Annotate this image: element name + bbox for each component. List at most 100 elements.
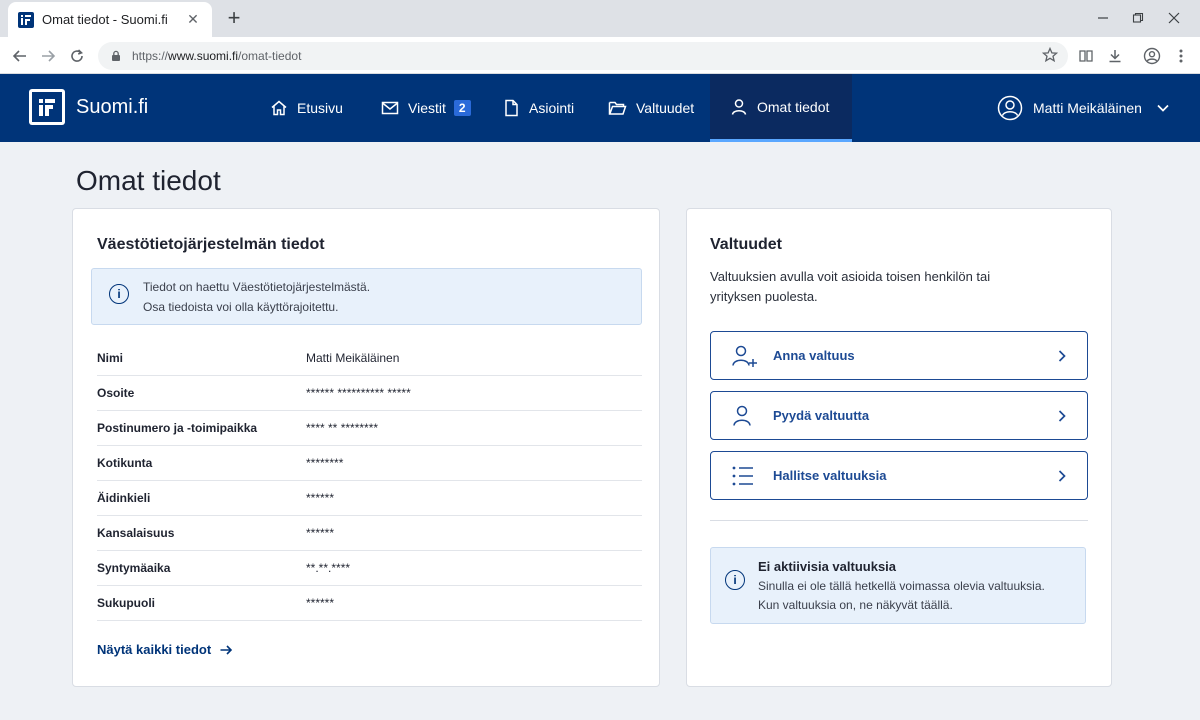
nav-services-label: Asiointi: [529, 100, 575, 116]
row-value: Matti Meikäläinen: [306, 351, 400, 365]
notice-line-2: Kun valtuuksia on, ne näkyvät täällä.: [758, 598, 953, 612]
data-row-language: Äidinkieli ******: [97, 481, 642, 516]
row-value: ****** ********** *****: [306, 386, 411, 400]
row-value: ******: [306, 596, 335, 610]
row-label: Osoite: [97, 386, 135, 400]
mandates-card: Valtuudet Valtuuksien avulla voit asioid…: [686, 208, 1112, 687]
lock-icon: [112, 50, 120, 61]
tab-close-icon[interactable]: ✕: [184, 11, 202, 28]
address-bar[interactable]: https://www.suomi.fi/omat-tiedot: [98, 42, 1068, 70]
give-mandate-label: Anna valtuus: [773, 348, 855, 363]
download-icon[interactable]: [1104, 45, 1126, 67]
row-label: Nimi: [97, 351, 124, 365]
info-box: i Tiedot on haettu Väestötietojärjestelm…: [91, 268, 642, 325]
row-value: ********: [306, 456, 344, 470]
nav-home[interactable]: Etusivu: [270, 74, 343, 142]
bookmark-star-icon[interactable]: [1041, 46, 1059, 68]
nav-my-info-label: Omat tiedot: [757, 98, 830, 115]
row-label: Sukupuoli: [97, 596, 155, 610]
notice-text: Sinulla ei ole tällä hetkellä voimassa o…: [758, 577, 1045, 615]
user-menu[interactable]: Matti Meikäläinen: [997, 74, 1170, 142]
site-header: Suomi.fi Etusivu Viestit 2 Asiointi Valt…: [0, 74, 1200, 142]
chevron-right-icon: [1057, 349, 1067, 363]
population-info-card: Väestötietojärjestelmän tiedot i Tiedot …: [72, 208, 660, 687]
person-icon: [731, 98, 747, 115]
nav-mandates[interactable]: Valtuudet: [608, 74, 694, 142]
menu-dots-icon[interactable]: [1170, 45, 1192, 67]
browser-tab[interactable]: Omat tiedot - Suomi.fi ✕: [8, 2, 212, 37]
person-data-list: Nimi Matti Meikäläinen Osoite ****** *****…: [97, 341, 642, 621]
row-value: **.**.****: [306, 561, 351, 575]
nav-my-info[interactable]: Omat tiedot: [710, 74, 852, 142]
chevron-right-icon: [1057, 409, 1067, 423]
reload-icon[interactable]: [65, 44, 89, 68]
site-brand[interactable]: Suomi.fi: [76, 96, 148, 119]
reading-list-icon[interactable]: [1075, 45, 1097, 67]
data-row-gender: Sukupuoli ******: [97, 586, 642, 621]
chevron-right-icon: [1057, 469, 1067, 483]
restore-icon[interactable]: [1128, 8, 1148, 28]
info-line-1: Tiedot on haettu Väestötietojärjestelmäs…: [143, 280, 371, 294]
home-icon: [271, 100, 287, 116]
nav-mandates-label: Valtuudet: [636, 100, 695, 116]
browser-toolbar: https://www.suomi.fi/omat-tiedot: [0, 37, 1200, 74]
row-label: Kotikunta: [97, 456, 153, 470]
show-all-link[interactable]: Näytä kaikki tiedot: [97, 642, 233, 657]
list-icon: [731, 465, 761, 487]
row-value: **** ** ********: [306, 421, 379, 435]
manage-mandates-label: Hallitse valtuuksia: [773, 468, 887, 483]
notice-line-1: Sinulla ei ole tällä hetkellä voimassa o…: [758, 579, 1045, 593]
data-row-birthdate: Syntymäaika **.**.****: [97, 551, 642, 586]
nav-messages-label: Viestit: [408, 100, 446, 116]
url-text: https://www.suomi.fi/omat-tiedot: [132, 49, 302, 63]
nav-services[interactable]: Asiointi: [502, 74, 574, 142]
suomi-logo[interactable]: [29, 89, 65, 125]
data-row-address: Osoite ****** ********** *****: [97, 376, 642, 411]
mail-icon: [381, 101, 399, 115]
request-mandate-label: Pyydä valtuutta: [773, 408, 870, 423]
row-value: ******: [306, 526, 335, 540]
info-icon: i: [109, 284, 129, 304]
data-row-municipality: Kotikunta ********: [97, 446, 642, 481]
document-icon: [505, 99, 518, 117]
divider: [710, 520, 1088, 521]
folder-icon: [608, 101, 627, 115]
arrow-right-icon: [220, 644, 233, 655]
manage-mandates-button[interactable]: Hallitse valtuuksia: [710, 451, 1088, 500]
browser-tabstrip: Omat tiedot - Suomi.fi ✕ +: [0, 0, 1200, 37]
mandates-title: Valtuudet: [710, 236, 783, 253]
user-name: Matti Meikäläinen: [1033, 100, 1142, 116]
minimize-icon[interactable]: [1093, 8, 1113, 28]
nav-messages[interactable]: Viestit 2: [381, 74, 471, 142]
add-person-icon: [731, 344, 761, 368]
row-label: Kansalaisuus: [97, 526, 175, 540]
show-all-label: Näytä kaikki tiedot: [97, 642, 212, 657]
back-icon[interactable]: [8, 44, 32, 68]
person-icon: [731, 404, 761, 428]
info-line-2: Osa tiedoista voi olla käyttörajoitettu.: [143, 300, 339, 314]
row-label: Syntymäaika: [97, 561, 171, 575]
mandates-description: Valtuuksien avulla voit asioida toisen h…: [710, 269, 991, 304]
close-window-icon[interactable]: [1164, 8, 1184, 28]
page-title: Omat tiedot: [76, 165, 221, 196]
give-mandate-button[interactable]: Anna valtuus: [710, 331, 1088, 380]
nav-home-label: Etusivu: [297, 100, 343, 116]
population-info-title: Väestötietojärjestelmän tiedot: [97, 236, 325, 253]
forward-icon[interactable]: [36, 44, 60, 68]
new-tab-button[interactable]: +: [222, 6, 246, 30]
info-icon: i: [725, 570, 745, 590]
chevron-down-icon: [1157, 104, 1169, 112]
row-value: ******: [306, 491, 335, 505]
notice-title: Ei aktiivisia valtuuksia: [758, 559, 897, 574]
request-mandate-button[interactable]: Pyydä valtuutta: [710, 391, 1088, 440]
no-mandates-notice: i Ei aktiivisia valtuuksia Sinulla ei ol…: [710, 547, 1086, 624]
messages-count-badge: 2: [453, 100, 471, 116]
info-text: Tiedot on haettu Väestötietojärjestelmäs…: [143, 277, 370, 317]
row-label: Postinumero ja -toimipaikka: [97, 421, 258, 435]
tab-title: Omat tiedot - Suomi.fi: [42, 12, 168, 27]
data-row-postal: Postinumero ja -toimipaikka **** ** *****…: [97, 411, 642, 446]
favicon-icon: [18, 11, 34, 28]
profile-icon[interactable]: [1141, 45, 1163, 67]
data-row-citizenship: Kansalaisuus ******: [97, 516, 642, 551]
user-avatar-icon: [997, 95, 1023, 121]
